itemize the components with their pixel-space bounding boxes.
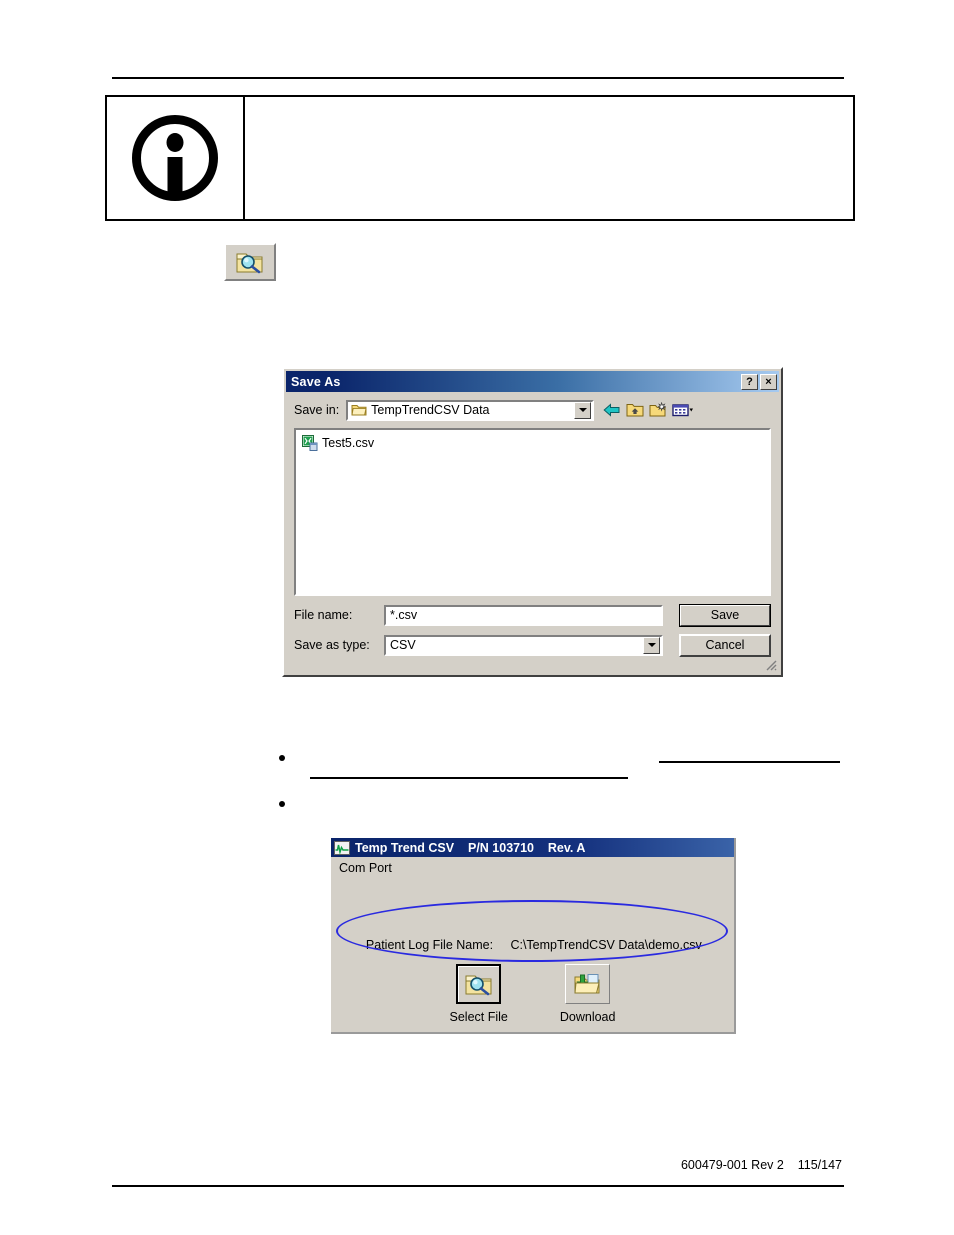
- save-in-chevron-down-icon[interactable]: [574, 401, 592, 419]
- patient-log-row: Patient Log File Name: C:\TempTrendCSV D…: [352, 924, 702, 966]
- waveform-icon: [334, 840, 350, 855]
- file-name: Test5.csv: [322, 436, 375, 450]
- download-icon-button[interactable]: [565, 964, 611, 1004]
- download-button[interactable]: Download: [559, 964, 616, 1024]
- note-icon-cell: [107, 97, 245, 219]
- menu-item-com-port[interactable]: Com Port: [331, 857, 734, 875]
- select-file-icon-button[interactable]: [456, 964, 502, 1004]
- select-file-button[interactable]: Select File: [450, 964, 508, 1024]
- folder-magnifier-icon: [236, 253, 263, 274]
- save-as-type-label: Save as type:: [294, 638, 370, 652]
- note-box: [105, 95, 855, 221]
- save-as-type-chevron-down-icon[interactable]: [643, 636, 660, 654]
- bullet-marker: [279, 801, 285, 807]
- folder-download-icon: [574, 974, 600, 994]
- help-button[interactable]: ?: [741, 373, 758, 390]
- folder-magnifier-icon: [465, 975, 492, 996]
- save-button[interactable]: Save: [679, 603, 771, 627]
- views-icon[interactable]: [672, 402, 694, 418]
- save-in-value: TempTrendCSV Data: [371, 403, 490, 417]
- file-name-row: File name: *.csv Save: [294, 603, 771, 627]
- redacted-text-rule: [310, 777, 628, 779]
- patient-log-label: Patient Log File Name:: [365, 938, 494, 952]
- save-as-dialog: Save As ? × Save in: TempTrendCSV Data T…: [282, 367, 783, 677]
- save-as-type-dropdown[interactable]: CSV: [384, 634, 663, 656]
- folder-icon: [351, 405, 367, 416]
- save-in-label: Save in:: [294, 403, 340, 417]
- save-in-dropdown[interactable]: TempTrendCSV Data: [346, 399, 595, 421]
- header-rule: [112, 77, 844, 79]
- dialog-title: Save As: [291, 374, 341, 389]
- resize-grip-icon[interactable]: [764, 658, 778, 672]
- inline-select-file-icon-button[interactable]: [224, 243, 276, 281]
- back-arrow-icon[interactable]: [603, 402, 621, 418]
- save-as-type-row: Save as type: CSV Cancel: [294, 633, 771, 657]
- app-titlebar[interactable]: Temp Trend CSV P/N 103710 Rev. A: [331, 838, 734, 857]
- close-button[interactable]: ×: [760, 373, 777, 390]
- download-label: Download: [559, 1010, 616, 1024]
- cancel-button[interactable]: Cancel: [679, 633, 771, 657]
- footer-text: 600479-001 Rev 2 115/147: [680, 1158, 842, 1172]
- save-in-row: Save in: TempTrendCSV Data: [294, 399, 771, 421]
- temp-trend-csv-window: Temp Trend CSV P/N 103710 Rev. A Com Por…: [331, 838, 736, 1034]
- new-folder-icon[interactable]: [649, 402, 667, 418]
- file-name-label: File name:: [294, 608, 353, 622]
- footer-rule: [112, 1185, 844, 1187]
- bullet-marker: [279, 755, 285, 761]
- save-as-titlebar[interactable]: Save As ? ×: [286, 371, 779, 392]
- app-button-bar: Select File Download: [331, 964, 734, 1024]
- save-as-type-value: CSV: [390, 638, 416, 652]
- select-file-label: Select File: [449, 1010, 508, 1024]
- csv-file-icon: [302, 435, 318, 451]
- redacted-text-rule: [659, 761, 840, 763]
- dialog-toolbar: [603, 402, 694, 418]
- file-list[interactable]: Test5.csv: [294, 428, 771, 596]
- list-item[interactable]: Test5.csv: [302, 435, 769, 451]
- patient-log-value: C:\TempTrendCSV Data\demo.csv: [510, 938, 702, 952]
- app-title: Temp Trend CSV P/N 103710 Rev. A: [355, 840, 586, 855]
- note-text: [245, 97, 853, 219]
- up-one-level-icon[interactable]: [626, 402, 644, 418]
- info-icon: [132, 115, 218, 201]
- file-name-input[interactable]: *.csv: [384, 604, 663, 626]
